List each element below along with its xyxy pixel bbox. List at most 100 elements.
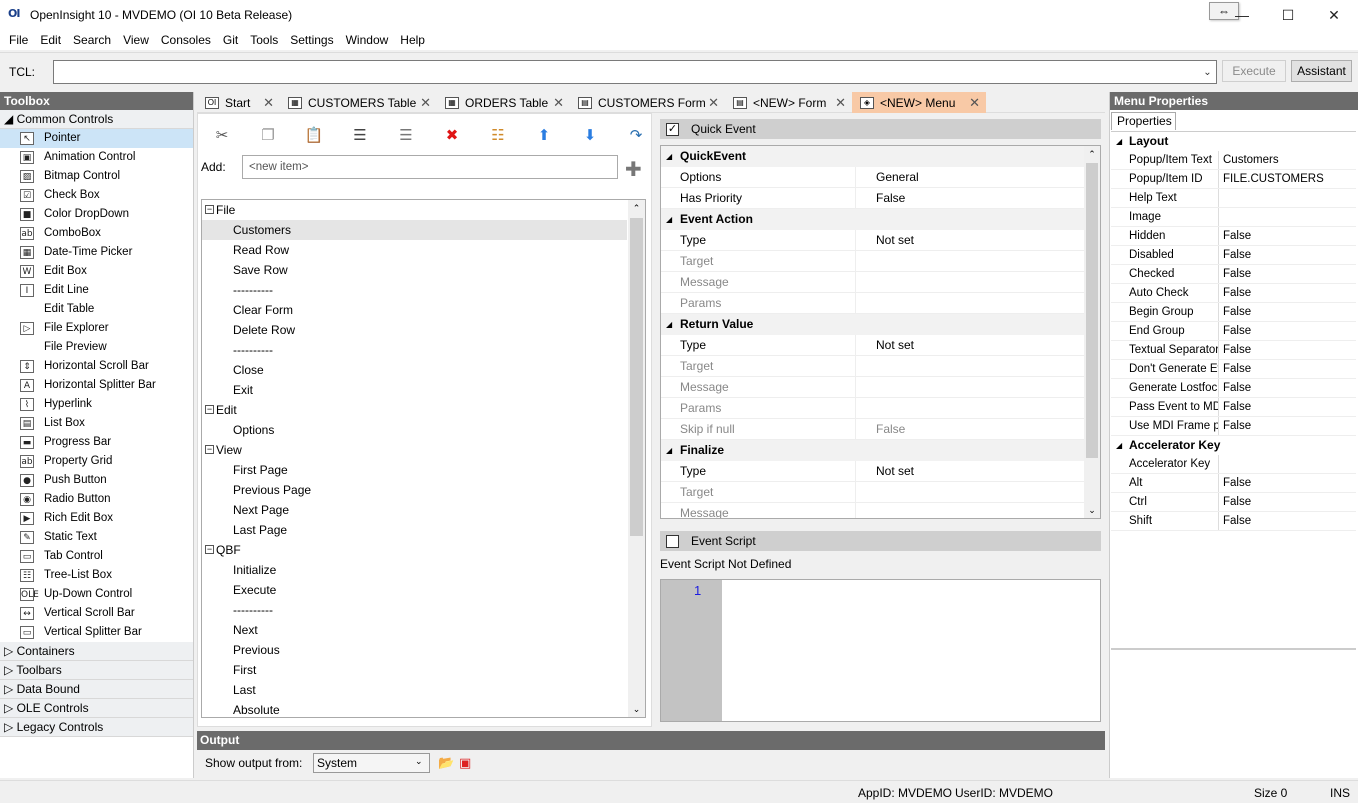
- quick-event-checkbox[interactable]: ✓: [666, 122, 679, 136]
- add-plus-icon[interactable]: ✚: [625, 157, 642, 182]
- property-row[interactable]: Ctrl False: [1111, 493, 1356, 512]
- property-category[interactable]: QuickEvent: [661, 146, 1100, 167]
- paste-icon[interactable]: 📋: [304, 127, 324, 144]
- toolbox-item[interactable]: File Preview: [0, 338, 193, 357]
- assistant-button[interactable]: Assistant: [1291, 60, 1352, 82]
- toolbox-item[interactable]: OLE Up-Down Control: [0, 585, 193, 604]
- collapse-toggle-icon[interactable]: −: [205, 545, 214, 554]
- property-row[interactable]: Pass Event to MDI FrameFalse: [1111, 398, 1356, 417]
- redo-icon[interactable]: ↷: [626, 127, 646, 144]
- toolbox-item[interactable]: A Horizontal Splitter Bar: [0, 376, 193, 395]
- collapse-toggle-icon[interactable]: −: [205, 405, 214, 414]
- property-category[interactable]: Accelerator Key: [1111, 436, 1356, 455]
- tree-node-item[interactable]: Execute: [202, 580, 645, 600]
- tree-node-item[interactable]: Previous: [202, 640, 645, 660]
- property-row[interactable]: Options General: [661, 167, 1100, 188]
- menu-file[interactable]: File: [3, 31, 34, 49]
- tree-node-item[interactable]: Next: [202, 620, 645, 640]
- move-up-icon[interactable]: ⬆: [534, 127, 554, 144]
- close-window-button[interactable]: ✕: [1311, 0, 1357, 30]
- toolbox-item[interactable]: ▬ Progress Bar: [0, 433, 193, 452]
- tab--new-menu[interactable]: ◈ <NEW> Menu ✕: [852, 92, 986, 113]
- tab-customers-form[interactable]: ▤ CUSTOMERS Form ✕: [570, 92, 725, 113]
- property-value[interactable]: False: [1219, 512, 1251, 530]
- quick-event-scrollbar-thumb[interactable]: [1086, 163, 1098, 458]
- property-value[interactable]: [856, 377, 876, 397]
- menu-tools[interactable]: Tools: [244, 31, 284, 49]
- close-tab-icon[interactable]: ✕: [708, 95, 719, 111]
- tree-node-menu[interactable]: − Edit: [202, 400, 645, 420]
- tab-start[interactable]: OI Start ✕: [197, 92, 280, 113]
- chevron-down-icon[interactable]: ⌄: [415, 756, 423, 767]
- property-value[interactable]: [856, 503, 876, 518]
- property-row[interactable]: Disabled False: [1111, 246, 1356, 265]
- tcl-command-input[interactable]: [53, 60, 1217, 84]
- chevron-down-icon[interactable]: ⌄: [628, 701, 645, 717]
- property-row[interactable]: Help Text: [1111, 189, 1356, 208]
- toolbox-group[interactable]: ▷ Legacy Controls: [0, 718, 193, 737]
- property-row[interactable]: Use MDI Frame propertiesFalse: [1111, 417, 1356, 436]
- property-row[interactable]: Params: [661, 398, 1100, 419]
- toolbox-item[interactable]: ▶ Rich Edit Box: [0, 509, 193, 528]
- tree-node-item[interactable]: ----------: [202, 280, 645, 300]
- property-row[interactable]: Skip if null False: [661, 419, 1100, 440]
- property-row[interactable]: Hidden False: [1111, 227, 1356, 246]
- toolbox-item[interactable]: ▤ List Box: [0, 414, 193, 433]
- property-row[interactable]: Don't Generate EventFalse: [1111, 360, 1356, 379]
- property-row[interactable]: Alt False: [1111, 474, 1356, 493]
- property-value[interactable]: False: [856, 188, 905, 208]
- toolbox-item[interactable]: ▭ Tab Control: [0, 547, 193, 566]
- tree-node-item[interactable]: Customers: [202, 220, 627, 240]
- toolbox-item[interactable]: ☑ Check Box: [0, 186, 193, 205]
- menu-window[interactable]: Window: [340, 31, 395, 49]
- minimize-button[interactable]: —: [1219, 0, 1265, 30]
- property-value[interactable]: [856, 356, 876, 376]
- toolbox-group-common-controls[interactable]: ◢ Common Controls: [0, 110, 193, 129]
- close-tab-icon[interactable]: ✕: [420, 95, 431, 111]
- menu-edit[interactable]: Edit: [34, 31, 67, 49]
- toolbox-item[interactable]: ⌇ Hyperlink: [0, 395, 193, 414]
- property-category[interactable]: Event Action: [661, 209, 1100, 230]
- clear-output-icon[interactable]: ▣: [459, 755, 471, 771]
- property-row[interactable]: Type Not set: [661, 461, 1100, 482]
- property-row[interactable]: Checked False: [1111, 265, 1356, 284]
- chevron-down-icon[interactable]: ⌄: [1084, 502, 1100, 518]
- property-value[interactable]: False: [1219, 474, 1251, 492]
- property-value[interactable]: [856, 482, 876, 502]
- property-value[interactable]: Customers: [1219, 151, 1279, 169]
- event-script-editor[interactable]: [660, 579, 1101, 722]
- maximize-button[interactable]: ☐: [1265, 0, 1311, 30]
- property-value[interactable]: False: [856, 419, 905, 439]
- open-folder-icon[interactable]: 📂: [438, 755, 454, 771]
- property-value[interactable]: False: [1219, 360, 1251, 378]
- execute-button[interactable]: Execute: [1222, 60, 1286, 82]
- property-row[interactable]: Type Not set: [661, 230, 1100, 251]
- tree-node-item[interactable]: Options: [202, 420, 645, 440]
- property-category[interactable]: Finalize: [661, 440, 1100, 461]
- property-category[interactable]: Return Value: [661, 314, 1100, 335]
- property-row[interactable]: Textual Separator False: [1111, 341, 1356, 360]
- insert-separator-icon[interactable]: ☷: [488, 127, 508, 144]
- move-down-icon[interactable]: ⬇: [580, 127, 600, 144]
- property-value[interactable]: False: [1219, 341, 1251, 359]
- property-row[interactable]: Shift False: [1111, 512, 1356, 531]
- toolbox-item[interactable]: ■ Color DropDown: [0, 205, 193, 224]
- tree-node-item[interactable]: Last: [202, 680, 645, 700]
- tree-scrollbar-thumb[interactable]: [630, 218, 643, 536]
- property-row[interactable]: Generate Lostfocus EventFalse: [1111, 379, 1356, 398]
- tree-node-item[interactable]: ----------: [202, 600, 645, 620]
- toolbox-item[interactable]: ☷ Tree-List Box: [0, 566, 193, 585]
- tree-node-menu[interactable]: − View: [202, 440, 645, 460]
- tree-node-item[interactable]: Read Row: [202, 240, 645, 260]
- toolbox-item[interactable]: ▷ File Explorer: [0, 319, 193, 338]
- chevron-up-icon[interactable]: ⌃: [1084, 146, 1100, 162]
- property-value[interactable]: False: [1219, 379, 1251, 397]
- property-value[interactable]: False: [1219, 246, 1251, 264]
- tab-properties[interactable]: Properties: [1111, 112, 1176, 130]
- tree-node-menu[interactable]: − File: [202, 200, 645, 220]
- property-value[interactable]: [1219, 208, 1223, 226]
- event-script-checkbox[interactable]: [666, 534, 679, 548]
- property-row[interactable]: Target: [661, 482, 1100, 503]
- tree-node-item[interactable]: First Page: [202, 460, 645, 480]
- property-value[interactable]: [1219, 189, 1223, 207]
